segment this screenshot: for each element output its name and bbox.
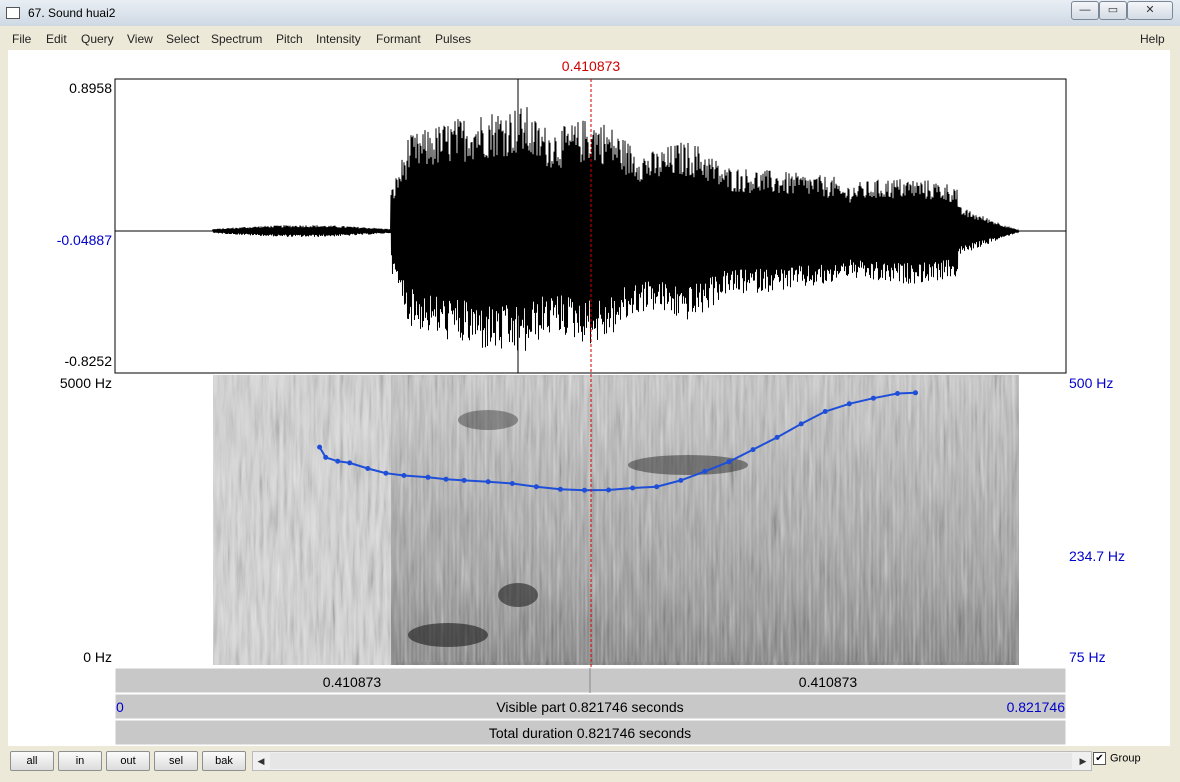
zoom-out-button[interactable]: out [106, 751, 150, 771]
menu-view[interactable]: View [127, 32, 153, 46]
freq-top-label: 5000 Hz [60, 375, 112, 391]
pitch-point [702, 468, 708, 474]
minimize-button[interactable]: — [1071, 1, 1099, 20]
pitch-point [317, 444, 323, 450]
pitch-point [461, 477, 467, 483]
close-button[interactable]: ✕ [1127, 1, 1173, 20]
pitch-point [895, 391, 900, 396]
pitch-point [365, 466, 371, 471]
pitch-point [606, 487, 612, 493]
total-duration-label: Total duration 0.821746 seconds [489, 725, 691, 741]
pitch-point [425, 474, 431, 480]
spectrogram-formant-mid [628, 455, 748, 475]
pitch-point [654, 484, 660, 490]
title-bar: 67. Sound huai2 — ▭ ✕ [0, 0, 1180, 26]
menu-help[interactable]: Help [1140, 32, 1165, 46]
pitch-point [347, 460, 353, 466]
menu-select[interactable]: Select [166, 32, 199, 46]
sound-editor-window: 67. Sound huai2 — ▭ ✕ File Edit Query Vi… [0, 0, 1180, 782]
waveform-max-label: 0.8958 [69, 80, 112, 96]
zoom-sel-button[interactable]: sel [154, 751, 198, 771]
app-icon [6, 7, 20, 19]
pitch-top-label: 500 Hz [1069, 375, 1113, 391]
pitch-point [323, 454, 329, 460]
zoom-in-button[interactable]: in [58, 751, 102, 771]
visible-start-label: 0 [116, 699, 124, 715]
pitch-point [533, 484, 539, 490]
menu-query[interactable]: Query [81, 32, 114, 46]
menu-file[interactable]: File [12, 32, 31, 46]
menu-spectrum[interactable]: Spectrum [211, 32, 262, 46]
pitch-point [582, 487, 587, 493]
pitch-cursor-label: 234.7 Hz [1069, 548, 1125, 564]
scroll-right-icon[interactable]: ▶ [1075, 752, 1091, 770]
waveform-zero-label: -0.04887 [57, 232, 112, 248]
pitch-point [798, 421, 804, 427]
waveform-min-label: -0.8252 [65, 353, 113, 369]
zoom-back-button[interactable]: bak [202, 751, 246, 771]
selection-left-label[interactable]: 0.410873 [323, 674, 382, 690]
pitch-point [557, 486, 563, 492]
menu-pulses[interactable]: Pulses [435, 32, 471, 46]
selection-right-label[interactable]: 0.410873 [799, 674, 858, 690]
cursor-time-label: 0.410873 [562, 58, 621, 74]
zoom-all-button[interactable]: all [10, 751, 54, 771]
pitch-point [870, 395, 876, 401]
pitch-point [443, 476, 449, 482]
pitch-point [822, 409, 828, 414]
pitch-point [509, 481, 515, 486]
scroll-left-icon[interactable]: ◀ [253, 752, 269, 770]
pitch-point [485, 479, 491, 485]
menu-bar: File Edit Query View Select Spectrum Pit… [8, 30, 1170, 50]
freq-bottom-label: 0 Hz [83, 649, 112, 665]
menu-formant[interactable]: Formant [376, 32, 421, 46]
editor-canvas[interactable]: 0.8958 -0.04887 -0.8252 5000 Hz 0 Hz 500… [8, 50, 1170, 746]
pitch-point [726, 459, 732, 465]
window-title: 67. Sound huai2 [28, 6, 116, 20]
pitch-point [630, 485, 636, 491]
bottom-toolbar: all in out sel bak ◀ ▶ ✔ Group [8, 746, 1170, 776]
spectrogram-formant-high [458, 410, 518, 430]
pitch-bottom-label: 75 Hz [1069, 649, 1106, 665]
menu-edit[interactable]: Edit [46, 32, 67, 46]
pitch-point [401, 473, 407, 478]
pitch-point [383, 470, 389, 476]
menu-intensity[interactable]: Intensity [316, 32, 361, 46]
group-label: Group [1110, 752, 1141, 765]
spectrogram-formant-low [408, 623, 488, 647]
pitch-point [678, 477, 684, 483]
pitch-point [913, 390, 918, 396]
group-checkbox[interactable]: ✔ Group [1093, 752, 1141, 765]
pitch-point [774, 434, 780, 440]
checkbox-check-icon[interactable]: ✔ [1093, 752, 1106, 765]
visible-end-label: 0.821746 [1007, 699, 1066, 715]
maximize-button[interactable]: ▭ [1099, 1, 1127, 20]
spectrogram-dark-spot [498, 583, 538, 607]
pitch-point [335, 458, 341, 464]
pitch-point [846, 401, 852, 407]
scroll-thumb[interactable] [270, 753, 1072, 769]
visible-part-label: Visible part 0.821746 seconds [496, 699, 683, 715]
menu-pitch[interactable]: Pitch [276, 32, 303, 46]
pitch-point [750, 447, 756, 453]
time-scrollbar[interactable]: ◀ ▶ [252, 751, 1092, 771]
